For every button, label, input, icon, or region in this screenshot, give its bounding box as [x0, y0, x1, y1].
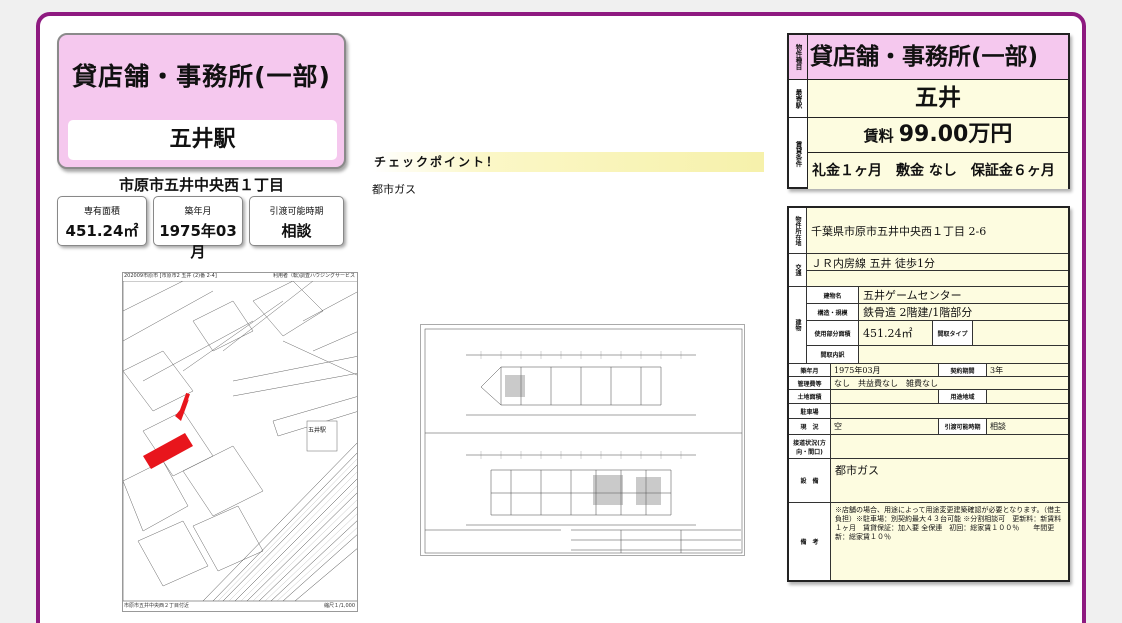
station-title: 五井駅 [68, 120, 337, 160]
checkpoint-title: チェックポイント！ [372, 152, 764, 172]
remarks-label: 備 考 [789, 503, 831, 580]
structure-value: 鉄骨造 2階建/1階部分 [859, 304, 1068, 321]
stat-area-label: 専有面積 [83, 207, 120, 217]
building-name-label: 建物名 [807, 287, 859, 304]
flyer-sheet: 貸店舗・事務所(一部) 五井駅 市原市五井中央西１丁目 専有面積 451.24㎡… [36, 12, 1086, 623]
checkpoint-text: 都市ガス [372, 183, 416, 196]
zoning-label: 用途地域 [939, 390, 987, 404]
summary-type-label: 物件種目 [789, 35, 807, 79]
floor-plan [420, 324, 745, 556]
summary-station-value: 五井 [807, 80, 1068, 117]
contract-label: 契約期間 [939, 364, 987, 377]
transport-value: ＪＲ内房線 五井 徒歩1分 [811, 256, 935, 270]
land-area-label: 土地面積 [789, 390, 831, 404]
land-area-value [831, 390, 939, 404]
layout-detail-value [859, 346, 1068, 364]
transport-label: 交通 [789, 254, 807, 287]
area-value: 451.24㎡ [859, 321, 933, 346]
fees-value: なし 共益費なし 雑費なし [831, 377, 1068, 390]
map-header-left: 202009市原市 [市原市2 五井 (2)番 2-4] [124, 273, 217, 279]
handover-value: 相談 [987, 419, 1068, 435]
zoning-value [987, 390, 1068, 404]
stat-area: 専有面積 451.24㎡ [57, 196, 147, 246]
building-name-value: 五井ゲームセンター [859, 287, 1068, 304]
location-value: 千葉県市原市五井中央西１丁目 2-6 [807, 208, 1068, 254]
contract-value: 3年 [987, 364, 1068, 377]
built-value: 1975年03月 [831, 364, 939, 377]
stat-handover: 引渡可能時期 相談 [249, 196, 344, 246]
parking-label: 駐車場 [789, 404, 831, 419]
layout-type-label: 間取タイプ [933, 321, 973, 346]
summary-rent-label: 賃貸条件 [794, 140, 802, 167]
summary-station-label: 最寄駅 [794, 88, 802, 109]
location-label: 物件所在地 [789, 208, 807, 254]
parking-value [831, 404, 1068, 419]
summary-rent-prefix: 賃料 [863, 127, 894, 145]
equipment-value: 都市ガス [831, 459, 1068, 503]
summary-box: 物件種目 貸店舗・事務所(一部) 最寄駅 五井 賃貸条件 賃料 99.00万円 … [787, 33, 1070, 189]
location-map: 202009市原市 [市原市2 五井 (2)番 2-4] 利用者（転)調査ハウジ… [122, 272, 358, 612]
road-value [831, 435, 1068, 459]
summary-conditions: 礼金１ヶ月 敷金 なし 保証金６ヶ月 [807, 153, 1068, 189]
area-label: 使用部分面積 [807, 321, 859, 346]
summary-rent-value: 99.00万円 [898, 122, 1013, 147]
structure-label: 構造・規模 [807, 304, 859, 321]
remarks-value: ※店舗の場合、用途によって用途変更建築確認が必要となります。（借主負担）※駐車場… [831, 503, 1068, 580]
address-short: 市原市五井中央西１丁目 [118, 176, 284, 194]
stat-built: 築年月 1975年03月 [153, 196, 243, 261]
fees-label: 管理費等 [789, 377, 831, 390]
status-label: 現 況 [789, 419, 831, 435]
map-drawing [123, 281, 357, 602]
built-label: 築年月 [789, 364, 831, 377]
status-value: 空 [831, 419, 939, 435]
stat-built-value: 1975年03月 [159, 222, 237, 261]
layout-type-value [973, 321, 1068, 346]
road-label: 接道状況(方向・間口) [789, 435, 831, 459]
map-station-label: 五井駅 [308, 427, 327, 434]
summary-rent-row: 賃料 99.00万円 [807, 118, 1068, 152]
stat-area-value: 451.24㎡ [65, 222, 139, 240]
stat-handover-label: 引渡可能時期 [269, 207, 324, 217]
map-footer-left: 市原市五井中央西２丁目付近 [124, 603, 190, 609]
property-type-title: 貸店舗・事務所(一部) [72, 62, 331, 91]
summary-type-value: 貸店舗・事務所(一部) [807, 35, 1068, 79]
building-label: 建物 [789, 287, 807, 364]
floor-plan-drawing [424, 328, 743, 554]
stat-handover-value: 相談 [281, 222, 312, 240]
map-header-right: 利用者（転)調査ハウジングサービス [273, 273, 355, 279]
details-table: 物件所在地 千葉県市原市五井中央西１丁目 2-6 交通 ＪＲ内房線 五井 徒歩1… [787, 206, 1070, 582]
stat-built-label: 築年月 [184, 207, 212, 217]
handover-label: 引渡可能時期 [939, 419, 987, 435]
layout-detail-label: 間取内訳 [807, 346, 859, 364]
title-card: 貸店舗・事務所(一部) 五井駅 [57, 33, 346, 169]
map-scale: 縮尺１/1,000 [324, 603, 355, 609]
transport-extra [807, 271, 1068, 287]
equipment-label: 設 備 [789, 459, 831, 503]
